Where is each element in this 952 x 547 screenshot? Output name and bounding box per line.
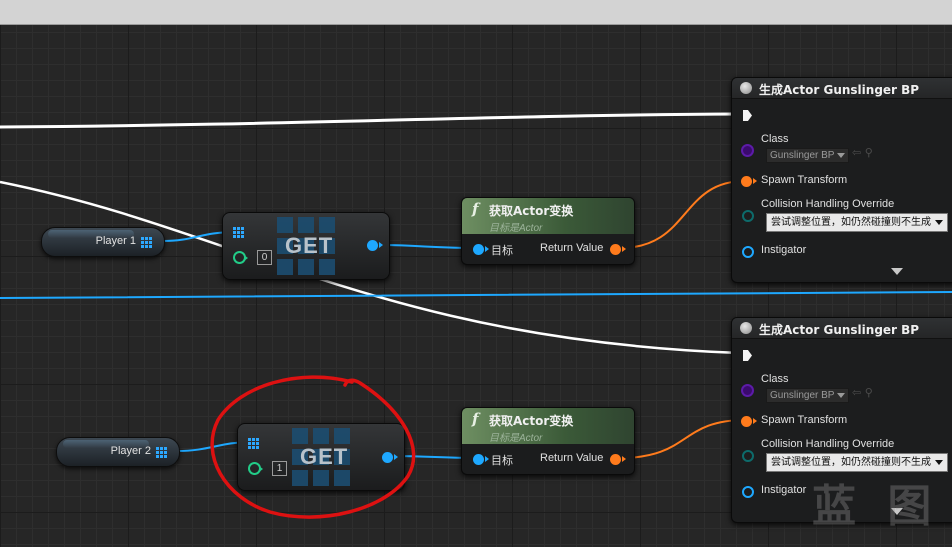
instigator-label: Instigator (761, 244, 807, 256)
variable-label: Player 2 (110, 445, 151, 457)
return-value-label: Return Value (540, 452, 604, 464)
class-label: Class (761, 133, 789, 145)
collision-dropdown[interactable]: 尝试调整位置，如仍然碰撞则不生成 (766, 213, 948, 232)
return-value-label: Return Value (540, 242, 604, 254)
array-icon (141, 237, 152, 248)
variable-node-player1[interactable]: Player 1 (41, 227, 165, 257)
return-value-pin[interactable] (610, 244, 626, 255)
output-pin[interactable] (367, 240, 383, 251)
browse-icons[interactable]: ⇦ ⚲ (852, 386, 873, 399)
spawn-actor-icon (740, 322, 752, 334)
collision-label: Collision Handling Override (761, 198, 895, 210)
class-pin[interactable] (741, 144, 754, 157)
target-pin[interactable] (473, 454, 489, 465)
collision-pin[interactable] (742, 210, 754, 222)
class-label: Class (761, 373, 789, 385)
chevron-down-icon (837, 152, 846, 158)
target-pin-label: 目标 (491, 245, 513, 257)
class-dropdown[interactable]: Gunslinger BP (766, 388, 850, 403)
watermark: 蓝 图 (812, 481, 940, 532)
array-input-pin[interactable] (248, 438, 259, 449)
get-actor-transform-node-2[interactable]: f 获取Actor变换 目标是Actor 目标 Return Value (461, 407, 635, 475)
index-value-field[interactable]: 1 (272, 461, 287, 476)
browse-icons[interactable]: ⇦ ⚲ (852, 146, 873, 159)
return-value-pin[interactable] (610, 454, 626, 465)
editor-top-bar (0, 0, 952, 25)
chevron-down-icon (935, 219, 943, 225)
node-title: 获取Actor变换 (489, 414, 574, 428)
node-title: 生成Actor Gunslinger BP (759, 323, 920, 337)
node-subtitle: 目标是Actor (489, 433, 543, 444)
target-pin-label: 目标 (491, 455, 513, 467)
node-subtitle: 目标是Actor (489, 223, 543, 234)
function-icon: f (472, 200, 479, 218)
index-input-pin[interactable] (248, 462, 263, 475)
chevron-down-icon (837, 392, 846, 398)
get-node-title: GET (285, 233, 334, 258)
array-input-pin[interactable] (233, 227, 244, 238)
get-actor-transform-node-1[interactable]: f 获取Actor变换 目标是Actor 目标 Return Value (461, 197, 635, 265)
instigator-pin[interactable] (742, 246, 754, 258)
exec-input-pin[interactable] (743, 350, 752, 361)
instigator-pin[interactable] (742, 486, 754, 498)
variable-node-player2[interactable]: Player 2 (56, 437, 180, 467)
array-icon (156, 447, 167, 458)
get-node-index-0[interactable]: GET 0 (222, 212, 390, 280)
spawn-actor-node-1[interactable]: 生成Actor Gunslinger BP Class Gunslinger B… (731, 77, 952, 283)
chevron-down-icon (935, 459, 943, 465)
output-pin[interactable] (382, 452, 398, 463)
spawn-transform-pin[interactable] (741, 416, 757, 427)
node-title: 生成Actor Gunslinger BP (759, 83, 920, 97)
spawn-transform-pin[interactable] (741, 176, 757, 187)
index-input-pin[interactable] (233, 251, 248, 264)
spawn-transform-label: Spawn Transform (761, 414, 848, 426)
collision-pin[interactable] (742, 450, 754, 462)
class-pin[interactable] (741, 384, 754, 397)
variable-label: Player 1 (95, 235, 136, 247)
class-dropdown[interactable]: Gunslinger BP (766, 148, 850, 163)
collision-label: Collision Handling Override (761, 438, 895, 450)
expand-advanced-icon[interactable] (891, 268, 903, 275)
index-value-field[interactable]: 0 (257, 250, 272, 265)
get-node-title: GET (300, 444, 349, 469)
target-pin[interactable] (473, 244, 489, 255)
get-node-index-1[interactable]: GET 1 (237, 423, 405, 491)
instigator-label: Instigator (761, 484, 807, 496)
node-title: 获取Actor变换 (489, 204, 574, 218)
function-icon: f (472, 410, 479, 428)
spawn-actor-icon (740, 82, 752, 94)
exec-input-pin[interactable] (743, 110, 752, 121)
spawn-transform-label: Spawn Transform (761, 174, 848, 186)
